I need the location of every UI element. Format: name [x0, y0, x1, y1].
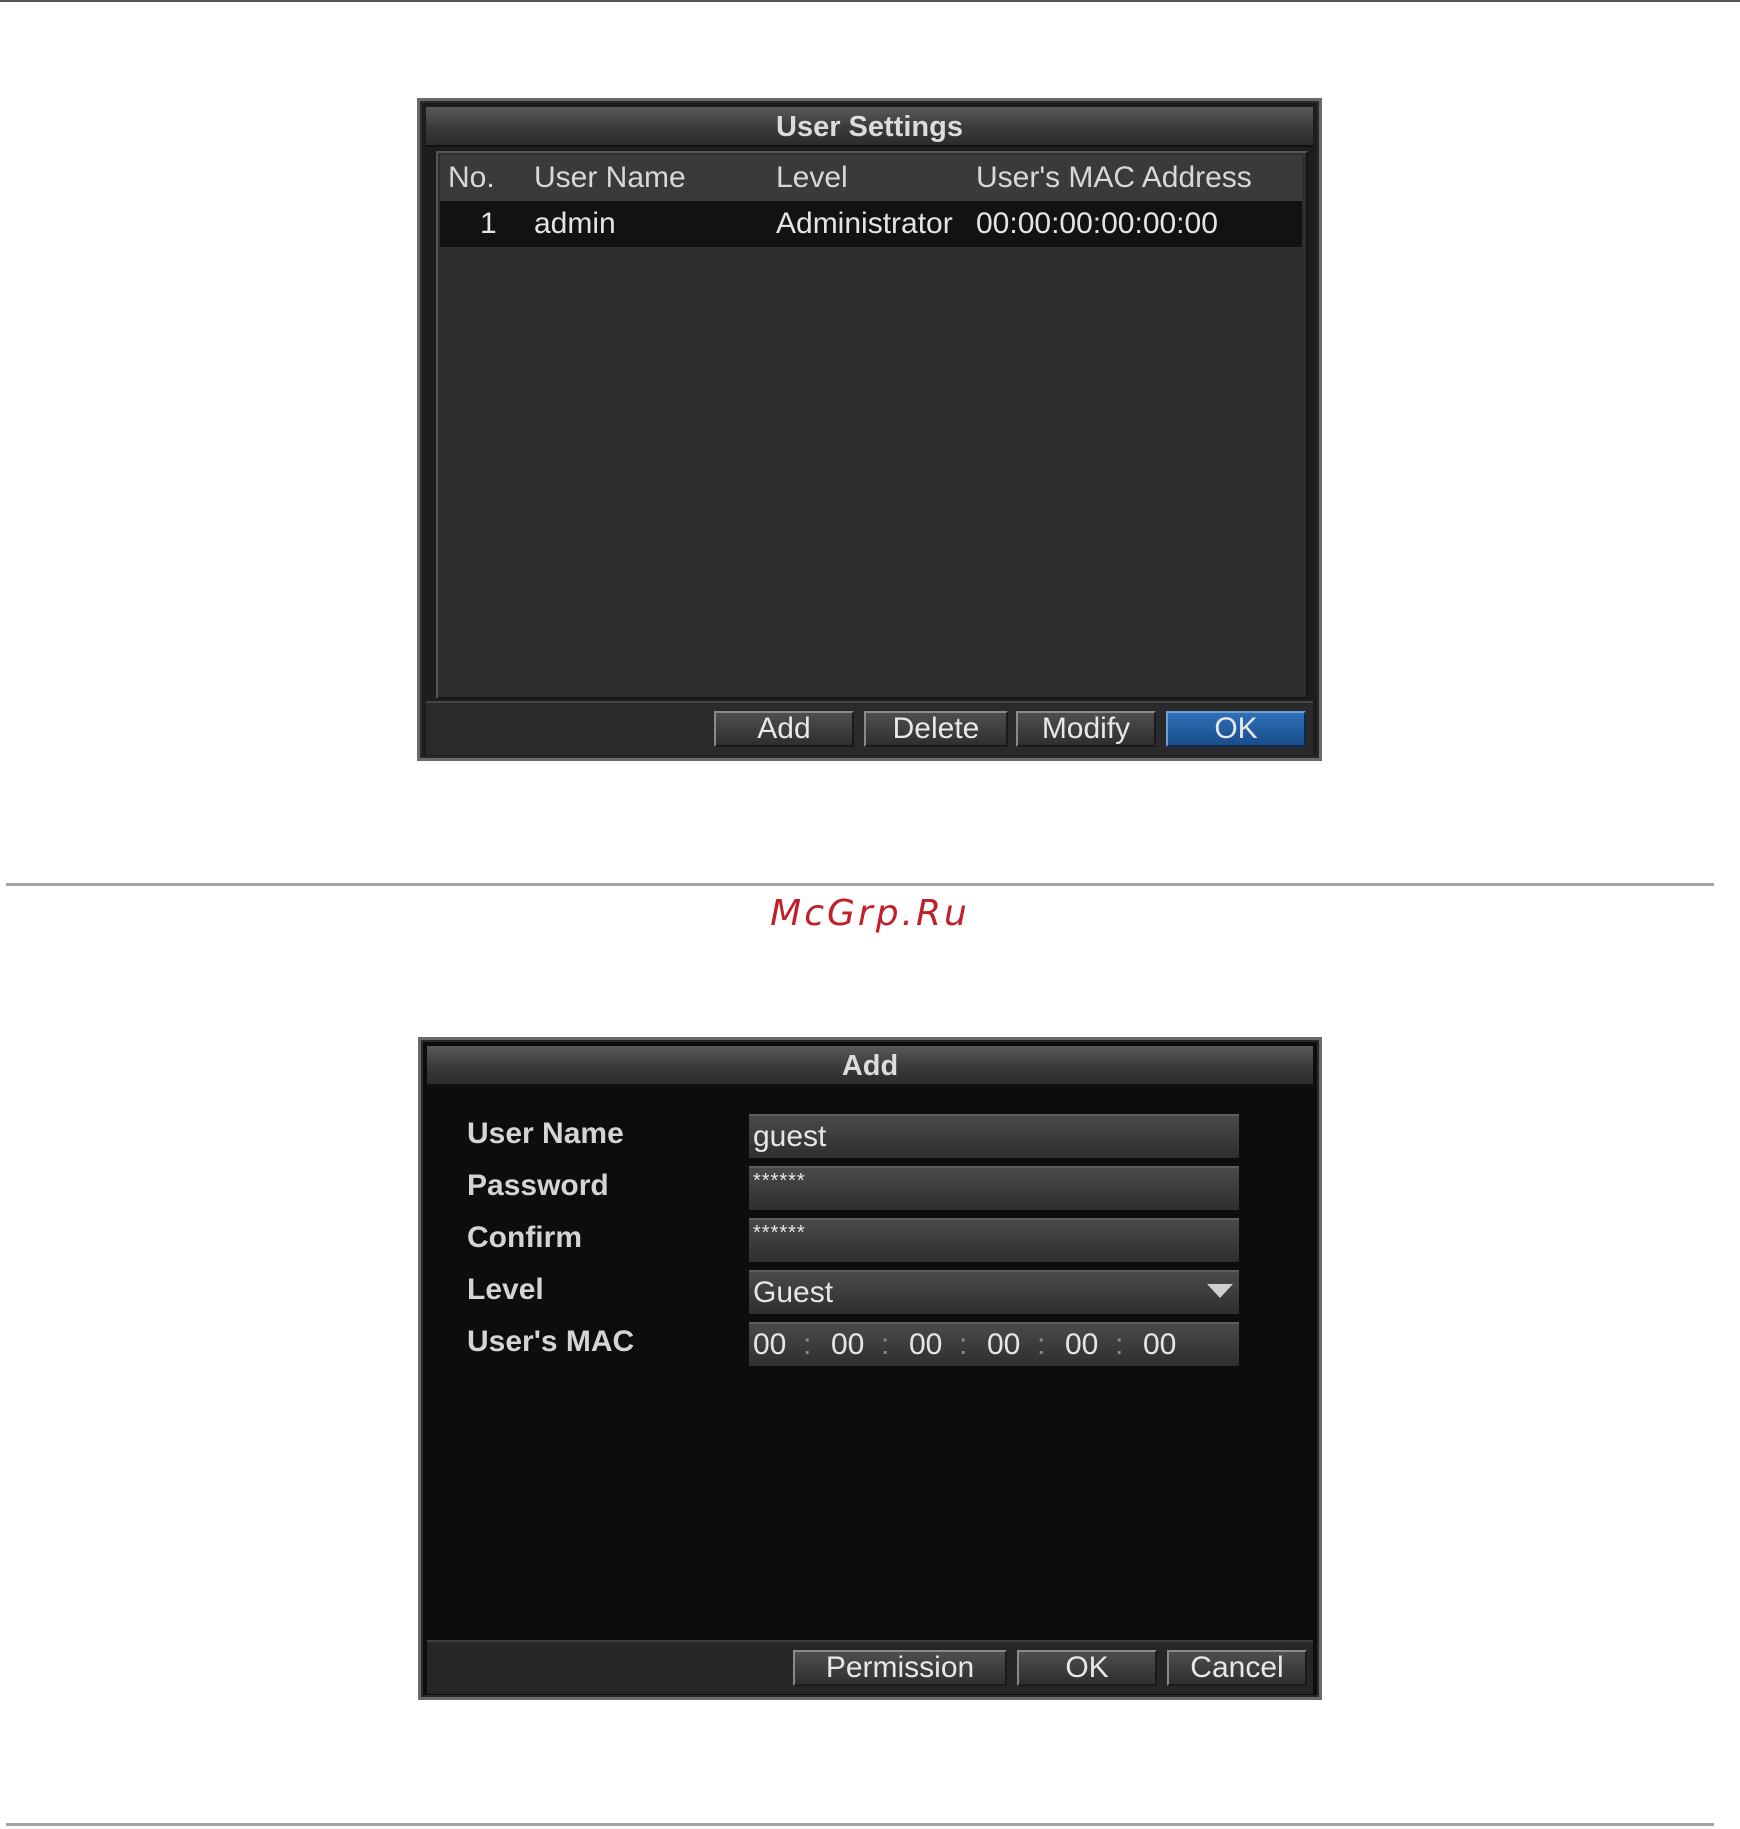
dialog-button-bar: Permission OK Cancel [427, 1640, 1313, 1694]
confirm-label: Confirm [467, 1221, 582, 1254]
mac-octet-5[interactable]: 00 [1065, 1324, 1115, 1366]
bottom-rule [6, 1823, 1714, 1826]
confirm-password-field[interactable]: ****** [749, 1218, 1239, 1262]
row-level: Administrator [776, 207, 953, 240]
mac-octet-3[interactable]: 00 [909, 1324, 959, 1366]
mac-separator: : [1037, 1328, 1046, 1361]
row-mac: 00:00:00:00:00:00 [976, 207, 1218, 240]
password-label: Password [467, 1169, 609, 1202]
row-user-name: admin [534, 207, 616, 240]
chevron-down-icon[interactable] [1207, 1284, 1233, 1298]
cancel-button[interactable]: Cancel [1167, 1650, 1307, 1686]
level-dropdown[interactable]: Guest [749, 1270, 1239, 1314]
mac-label: User's MAC [467, 1325, 635, 1358]
mac-separator: : [1115, 1328, 1124, 1361]
column-header-mac: User's MAC Address [976, 161, 1252, 194]
column-header-user-name: User Name [534, 161, 686, 194]
user-list: No. User Name Level User's MAC Address 1… [436, 151, 1308, 699]
mac-octet-2[interactable]: 00 [831, 1324, 881, 1366]
mac-octet-6[interactable]: 00 [1143, 1324, 1193, 1366]
table-row[interactable]: 1 admin Administrator 00:00:00:00:00:00 [440, 201, 1302, 247]
top-rule [0, 0, 1740, 2]
ok-button[interactable]: OK [1017, 1650, 1157, 1686]
table-header: No. User Name Level User's MAC Address [440, 155, 1302, 201]
user-name-label: User Name [467, 1117, 624, 1150]
column-header-level: Level [776, 161, 848, 194]
password-field[interactable]: ****** [749, 1166, 1239, 1210]
watermark: McGrp.Ru [770, 893, 970, 934]
row-no: 1 [480, 207, 497, 240]
mac-octet-1[interactable]: 00 [753, 1324, 803, 1366]
ok-button[interactable]: OK [1166, 711, 1306, 747]
mac-separator: : [881, 1328, 890, 1361]
mac-address-field: 00:00:00:00:00:00 [749, 1322, 1239, 1366]
add-user-dialog: Add User Name guest Password ****** Conf… [418, 1037, 1322, 1700]
mac-separator: : [959, 1328, 968, 1361]
modify-button[interactable]: Modify [1016, 711, 1156, 747]
delete-button[interactable]: Delete [864, 711, 1008, 747]
dialog-title: Add [427, 1046, 1313, 1086]
user-settings-window: User Settings No. User Name Level User's… [417, 98, 1322, 761]
level-label: Level [467, 1273, 544, 1306]
window-title: User Settings [426, 107, 1313, 147]
permission-button[interactable]: Permission [793, 1650, 1007, 1686]
button-bar: Add Delete Modify OK [426, 701, 1313, 755]
add-button[interactable]: Add [714, 711, 854, 747]
mac-octet-4[interactable]: 00 [987, 1324, 1037, 1366]
divider [6, 883, 1714, 886]
level-selected-value: Guest [753, 1276, 834, 1309]
column-header-no: No. [448, 161, 495, 194]
mac-separator: : [803, 1328, 812, 1361]
user-name-field[interactable]: guest [749, 1114, 1239, 1158]
